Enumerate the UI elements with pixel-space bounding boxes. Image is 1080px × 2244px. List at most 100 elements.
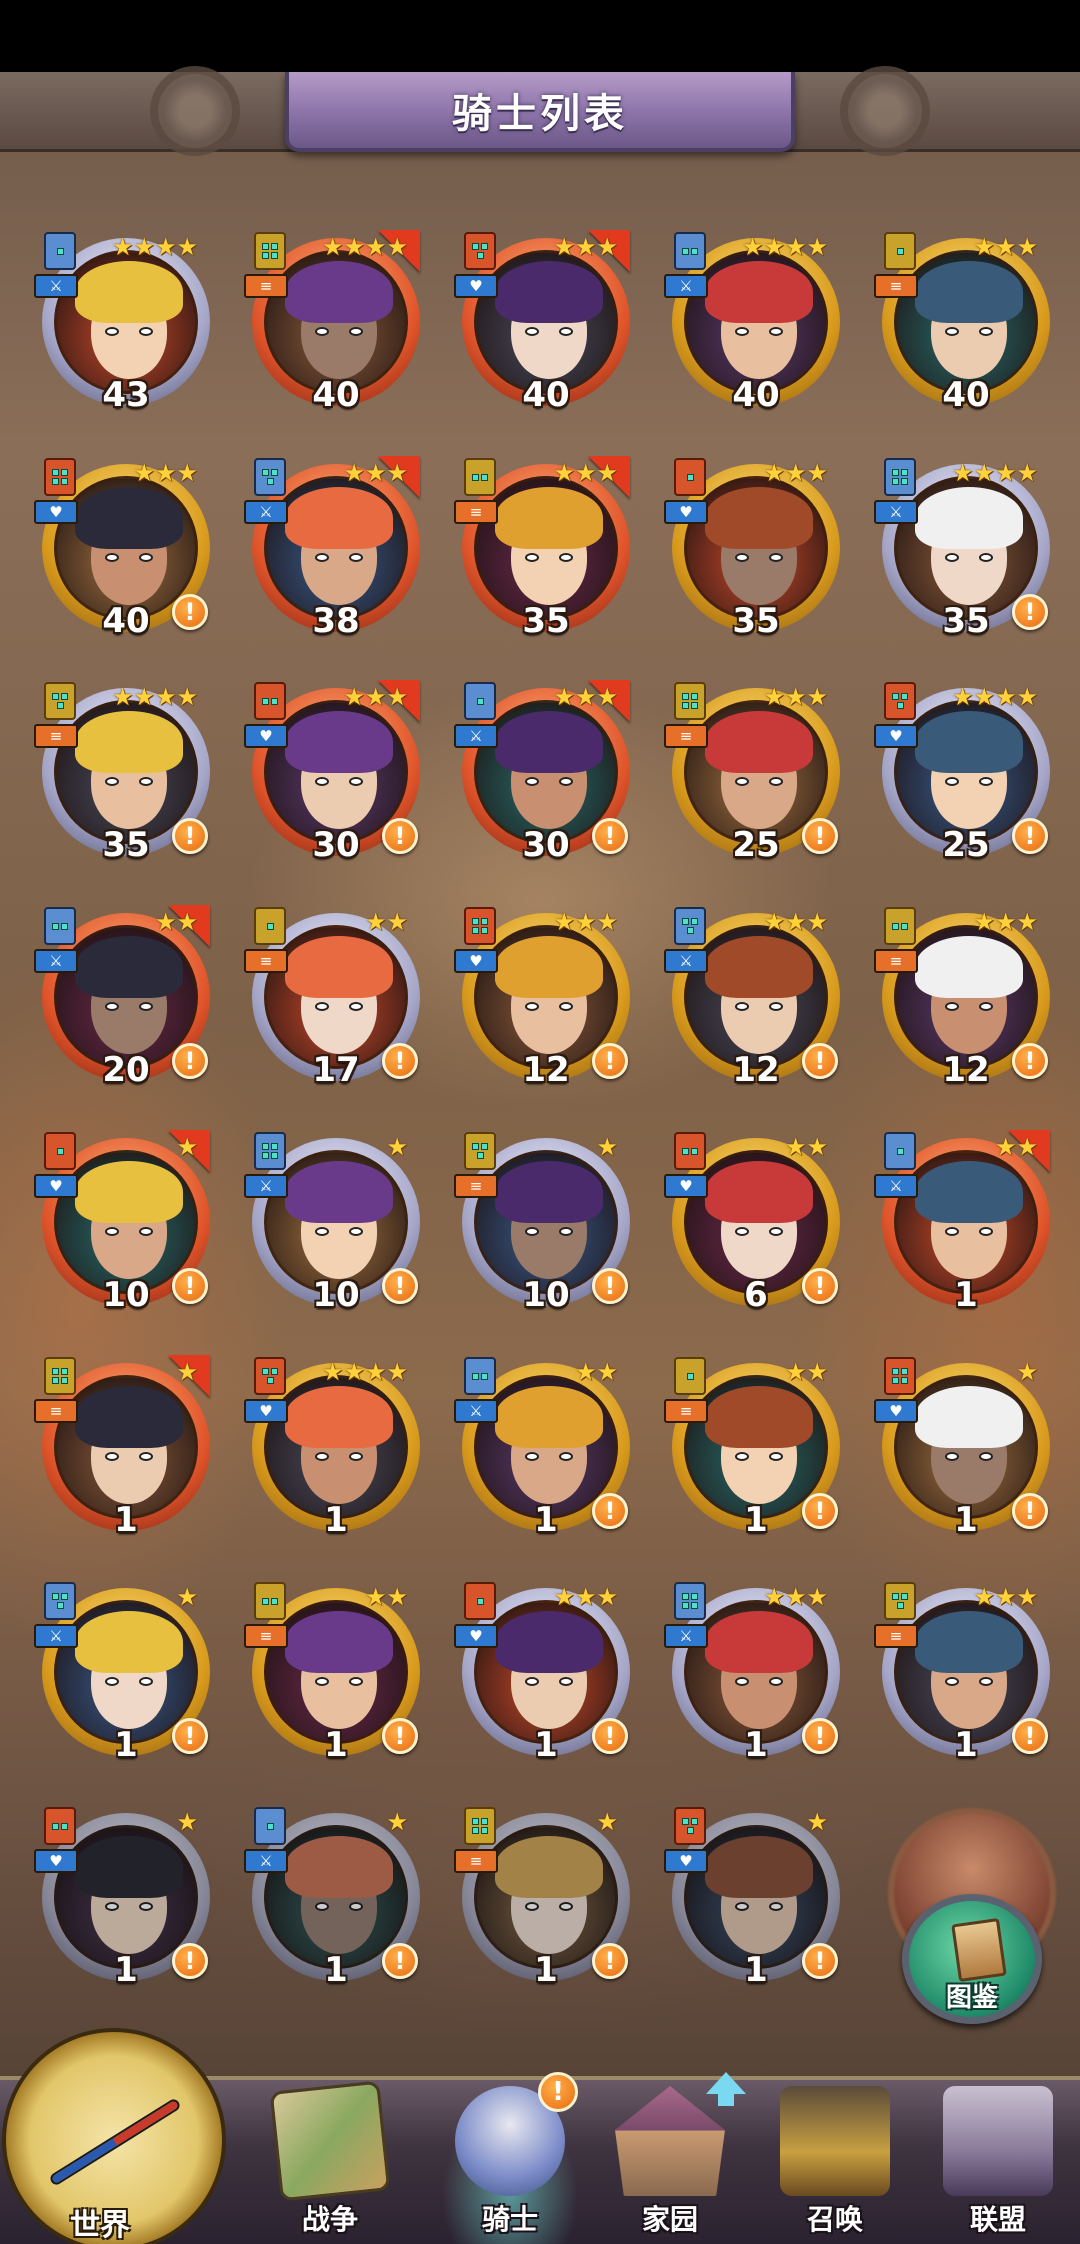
hero-card[interactable]: ★★★★ ♥ 25! xyxy=(866,680,1050,862)
hero-card[interactable]: ★★★ ♥ 40 xyxy=(446,230,630,415)
hero-hair xyxy=(285,1161,393,1223)
hero-eye xyxy=(769,1902,783,1911)
star-rating: ★★ xyxy=(364,1583,408,1611)
star-rating: ★★★★ xyxy=(111,683,198,711)
hero-card[interactable]: ★ ≡ 1 xyxy=(26,1355,210,1537)
hero-eye xyxy=(769,1677,783,1686)
star-rating: ★★★ xyxy=(973,233,1038,261)
hero-card[interactable]: ★ ⚔ 1! xyxy=(26,1580,210,1762)
role-badge-icon: ♥ xyxy=(454,274,498,298)
hero-eye xyxy=(735,1677,749,1686)
nav-alliance[interactable]: 联盟 xyxy=(918,2082,1078,2244)
hero-hair xyxy=(495,936,603,998)
hero-card[interactable]: ★ ≡ 10! xyxy=(446,1130,630,1312)
formation-badge-icon xyxy=(254,1357,286,1395)
star-rating: ★ xyxy=(386,1808,408,1836)
hero-card[interactable]: ★★★★ ⚔ 40 xyxy=(656,230,840,412)
role-badge-icon: ♥ xyxy=(664,1174,708,1198)
hero-card[interactable]: ★★★ ⚔ 12! xyxy=(656,905,840,1087)
role-badge-icon: ♥ xyxy=(34,1174,78,1198)
star-rating: ★ xyxy=(596,1808,618,1836)
hero-card[interactable]: ★★★ ≡ 25! xyxy=(656,680,840,862)
formation-badge-icon xyxy=(254,458,286,496)
alert-badge-icon: ! xyxy=(1012,1718,1048,1754)
star-rating: ★★★★ xyxy=(741,233,828,261)
codex-icon-button[interactable]: 图鉴 xyxy=(902,1894,1042,2024)
alert-badge-icon: ! xyxy=(1012,1043,1048,1079)
hero-eye xyxy=(559,1902,573,1911)
hero-hair xyxy=(495,1836,603,1898)
hero-level: 38 xyxy=(312,601,360,641)
hero-hair xyxy=(705,1161,813,1223)
nav-world[interactable]: 世界 xyxy=(0,2028,230,2244)
hero-card[interactable]: ★★ ♥ 6! xyxy=(656,1130,840,1312)
hero-card[interactable]: ★★★ ⚔ 30! xyxy=(446,680,630,862)
hero-eye xyxy=(735,553,749,562)
hero-hair xyxy=(285,1836,393,1898)
hero-card[interactable]: ★★★ ≡ 35 xyxy=(446,456,630,638)
hero-card[interactable]: ★★★★ ≡ 40 xyxy=(236,230,420,412)
hero-card[interactable]: ★ ⚔ 10! xyxy=(236,1130,420,1312)
hero-card[interactable]: ★★★ ⚔ 38 xyxy=(236,456,420,641)
hero-hair xyxy=(285,1611,393,1673)
hero-card[interactable]: ★★★ ♥ 35 xyxy=(656,456,840,638)
hero-card[interactable]: ★★ ⚔ 1! xyxy=(446,1355,630,1537)
formation-badge-icon xyxy=(884,1357,916,1395)
star-rating: ★★★ xyxy=(553,683,618,711)
nav-summon[interactable]: 召唤 xyxy=(755,2082,915,2244)
hero-card[interactable]: ★★ ⚔ 20! xyxy=(26,905,210,1087)
role-badge-icon: ≡ xyxy=(874,274,918,298)
hero-card[interactable]: ★★★ ⚔ 1! xyxy=(656,1580,840,1762)
hero-card[interactable]: ★★★★ ♥ 1 xyxy=(236,1355,420,1537)
hero-card[interactable]: ★★★ ♥ 1! xyxy=(446,1580,630,1762)
hero-card[interactable]: ★★★★ ⚔ 35! xyxy=(866,456,1050,638)
hero-eye xyxy=(349,553,363,562)
hero-eye xyxy=(315,1452,329,1461)
hero-hair xyxy=(705,711,813,773)
hero-card[interactable]: ★★★ ♥ 12! xyxy=(446,905,630,1087)
hero-hair xyxy=(285,487,393,549)
hero-card[interactable]: ★★★ ♥ 30! xyxy=(236,680,420,862)
nav-war[interactable]: 战争 xyxy=(250,2080,410,2244)
hero-card[interactable]: ★★ ≡ 17! xyxy=(236,905,420,1087)
hero-eye xyxy=(315,553,329,562)
formation-badge-icon xyxy=(884,232,916,270)
hero-card[interactable]: ★★★ ≡ 12! xyxy=(866,905,1050,1087)
nav-knight-alert-badge: ! xyxy=(538,2072,578,2112)
nav-home[interactable]: 家园 xyxy=(590,2082,750,2244)
hero-eye xyxy=(559,1677,573,1686)
hero-eye xyxy=(945,1002,959,1011)
role-badge-icon: ♥ xyxy=(454,949,498,973)
hero-card[interactable]: ★ ♥ 1! xyxy=(26,1805,210,1987)
hero-card[interactable]: ★★ ≡ 1! xyxy=(656,1355,840,1537)
hero-card[interactable]: ★ ♥ 10! xyxy=(26,1130,210,1312)
hero-portrait xyxy=(54,250,198,394)
star-rating: ★★★ xyxy=(973,908,1038,936)
hero-card[interactable]: ★★★ ♥ 40! xyxy=(26,456,210,638)
formation-badge-icon xyxy=(674,1807,706,1845)
hero-card[interactable]: ★★ ≡ 1! xyxy=(236,1580,420,1762)
hero-eye xyxy=(769,553,783,562)
role-badge-icon: ⚔ xyxy=(244,500,288,524)
hero-card[interactable]: ★★★ ≡ 40 xyxy=(866,230,1050,412)
hero-card[interactable]: ★★★★ ≡ 35! xyxy=(26,680,210,862)
hero-card[interactable]: ★ ≡ 1! xyxy=(446,1805,630,1987)
hero-card[interactable]: ★★★ ≡ 1! xyxy=(866,1580,1050,1762)
star-rating: ★★★ xyxy=(763,908,828,936)
alert-badge-icon: ! xyxy=(802,818,838,854)
star-rating: ★ xyxy=(176,1583,198,1611)
hero-card[interactable]: ★ ⚔ 1! xyxy=(236,1805,420,1987)
hero-eye xyxy=(735,1002,749,1011)
codex-button[interactable]: 图鉴 xyxy=(880,1808,1056,2028)
hero-card[interactable]: ★★ ⚔ 1 xyxy=(866,1130,1050,1312)
formation-badge-icon xyxy=(884,907,916,945)
hero-eye xyxy=(559,1002,573,1011)
role-badge-icon: ♥ xyxy=(664,500,708,524)
hero-card[interactable]: ★ ♥ 1! xyxy=(866,1355,1050,1537)
hero-card[interactable]: ★ ♥ 1! xyxy=(656,1805,840,1987)
hero-eye xyxy=(139,1227,153,1236)
hero-hair xyxy=(705,936,813,998)
hero-hair xyxy=(75,261,183,323)
hero-level: 40 xyxy=(522,375,570,415)
hero-card[interactable]: ★★★★ ⚔ 43 xyxy=(26,230,210,412)
